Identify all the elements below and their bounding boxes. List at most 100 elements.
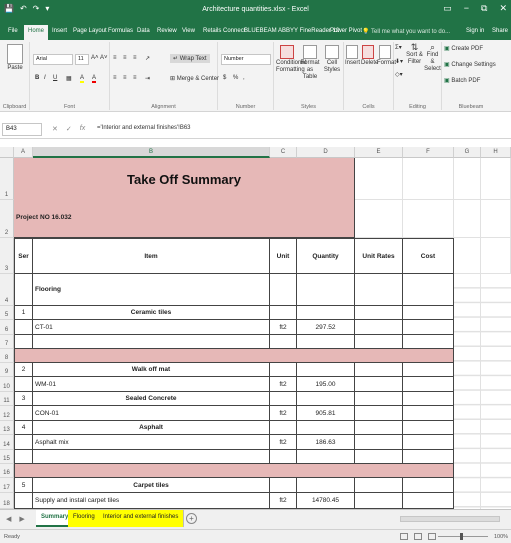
ser-cell[interactable]: 4	[14, 421, 33, 435]
item-heading-cell[interactable]: Carpet tiles	[33, 478, 270, 493]
item-cell[interactable]: Supply and install carpet tiles	[33, 493, 270, 509]
column-header-d[interactable]: D	[297, 147, 355, 158]
ser-cell[interactable]: 1	[14, 306, 33, 320]
row-header-2[interactable]: 2	[0, 200, 14, 238]
grid-cell[interactable]	[270, 306, 297, 320]
grid-cell[interactable]	[14, 335, 33, 349]
page-layout-view-icon[interactable]	[414, 533, 422, 540]
grid-cell[interactable]	[481, 158, 511, 200]
column-header-e[interactable]: E	[355, 147, 403, 158]
format-as-table-button[interactable]: Format as Table	[299, 45, 321, 81]
grid-cell[interactable]	[270, 274, 297, 306]
name-box[interactable]: B43	[2, 123, 42, 136]
font-size-select[interactable]: 11	[75, 54, 89, 65]
cell-styles-button[interactable]: Cell Styles	[322, 45, 342, 74]
merge-center-button[interactable]: ⊞ Merge & Center	[170, 75, 219, 82]
prev-sheet-icon[interactable]: ◀	[6, 515, 11, 523]
comma-button[interactable]: ,	[243, 75, 245, 81]
grid-cell[interactable]	[14, 493, 33, 509]
align-middle-icon[interactable]: ≡	[123, 55, 127, 61]
cancel-icon[interactable]: ✕	[52, 125, 58, 133]
next-sheet-icon[interactable]: ▶	[19, 515, 24, 523]
title-cell[interactable]: Take Off Summary	[14, 158, 355, 238]
header-ser[interactable]: Ser	[14, 238, 33, 274]
grid-cell[interactable]	[14, 450, 33, 464]
header-cost[interactable]: Cost	[403, 238, 454, 274]
tab-insert[interactable]: Insert	[48, 25, 71, 40]
grid-cell[interactable]	[355, 435, 403, 450]
indent-icon[interactable]: ⇥	[145, 75, 150, 82]
row-header-16[interactable]: 16	[0, 464, 14, 478]
align-bottom-icon[interactable]: ≡	[133, 55, 137, 61]
grid-cell[interactable]	[403, 478, 454, 493]
grid-cell[interactable]	[14, 377, 33, 392]
grid-cell[interactable]	[297, 335, 355, 349]
grid-cell[interactable]	[403, 335, 454, 349]
unit-cell[interactable]: ft2	[270, 320, 297, 335]
section-separator-row[interactable]	[14, 464, 454, 478]
grid-cell[interactable]	[454, 158, 481, 200]
autosum-icon[interactable]: Σ▾	[395, 44, 402, 51]
row-header-10[interactable]: 10	[0, 377, 14, 392]
item-cell[interactable]: WM-01	[33, 377, 270, 392]
zoom-slider[interactable]	[438, 536, 488, 537]
tab-file[interactable]: File	[4, 25, 22, 40]
grid-cell[interactable]	[355, 306, 403, 320]
tell-me-search[interactable]: 💡 Tell me what you want to do...	[362, 28, 450, 35]
tab-power-pivot[interactable]: Power Pivot	[326, 25, 366, 40]
delete-cells-button[interactable]: Delete	[361, 45, 378, 66]
column-header-g[interactable]: G	[454, 147, 481, 158]
grid-cell[interactable]	[270, 450, 297, 464]
add-sheet-button[interactable]: +	[186, 513, 197, 524]
grow-font-button[interactable]: A˄	[91, 55, 99, 61]
tab-home[interactable]: Home	[24, 25, 49, 40]
grid-cell[interactable]	[454, 200, 481, 238]
borders-icon[interactable]: ▦	[66, 75, 72, 82]
empty-cells-area[interactable]	[454, 274, 511, 509]
grid-cell[interactable]	[33, 450, 270, 464]
grid-cell[interactable]	[270, 421, 297, 435]
share-button[interactable]: Share	[492, 28, 508, 34]
insert-cells-button[interactable]: Insert	[345, 45, 360, 66]
grid-cell[interactable]	[403, 493, 454, 509]
fill-color-button[interactable]: A	[80, 75, 85, 83]
item-heading-cell[interactable]: Walk off mat	[33, 363, 270, 377]
row-header-6[interactable]: 6	[0, 320, 14, 335]
sheet-tab-interior-external[interactable]: Interior and external finishes	[98, 510, 185, 527]
close-button[interactable]: ✕	[499, 3, 507, 14]
row-header-11[interactable]: 11	[0, 392, 14, 406]
grid-cell[interactable]	[403, 306, 454, 320]
font-color-button[interactable]: A	[92, 75, 97, 83]
grid-cell[interactable]	[481, 238, 511, 274]
grid-cell[interactable]	[270, 392, 297, 406]
quantity-cell[interactable]: 186.63	[297, 435, 355, 450]
row-header-15[interactable]: 15	[0, 450, 14, 464]
fx-icon[interactable]: fx	[80, 125, 85, 133]
percent-button[interactable]: %	[233, 75, 238, 81]
wrap-text-button[interactable]: ↵ Wrap Text	[170, 54, 210, 63]
grid-cell[interactable]	[355, 421, 403, 435]
quantity-cell[interactable]: 14780.45	[297, 493, 355, 509]
italic-button[interactable]: I	[44, 75, 46, 81]
zoom-level[interactable]: 100%	[494, 534, 508, 540]
grid-cell[interactable]	[355, 493, 403, 509]
item-heading-cell[interactable]: Asphalt	[33, 421, 270, 435]
grid-cell[interactable]	[297, 421, 355, 435]
row-header-1[interactable]: 1	[0, 158, 14, 200]
ser-cell[interactable]: 2	[14, 363, 33, 377]
grid-cell[interactable]	[297, 450, 355, 464]
ser-cell[interactable]: 3	[14, 392, 33, 406]
header-unit[interactable]: Unit	[270, 238, 297, 274]
grid-cell[interactable]	[14, 320, 33, 335]
grid-cell[interactable]	[355, 274, 403, 306]
format-cells-button[interactable]: Format	[377, 45, 396, 66]
clear-icon[interactable]: ◇▾	[395, 71, 403, 78]
grid-cell[interactable]	[297, 274, 355, 306]
grid-cell[interactable]	[355, 320, 403, 335]
row-header-5[interactable]: 5	[0, 306, 14, 320]
quantity-cell[interactable]: 297.52	[297, 320, 355, 335]
header-item[interactable]: Item	[33, 238, 270, 274]
grid-cell[interactable]	[297, 392, 355, 406]
enter-icon[interactable]: ✓	[66, 125, 72, 133]
item-cell[interactable]: CT-01	[33, 320, 270, 335]
